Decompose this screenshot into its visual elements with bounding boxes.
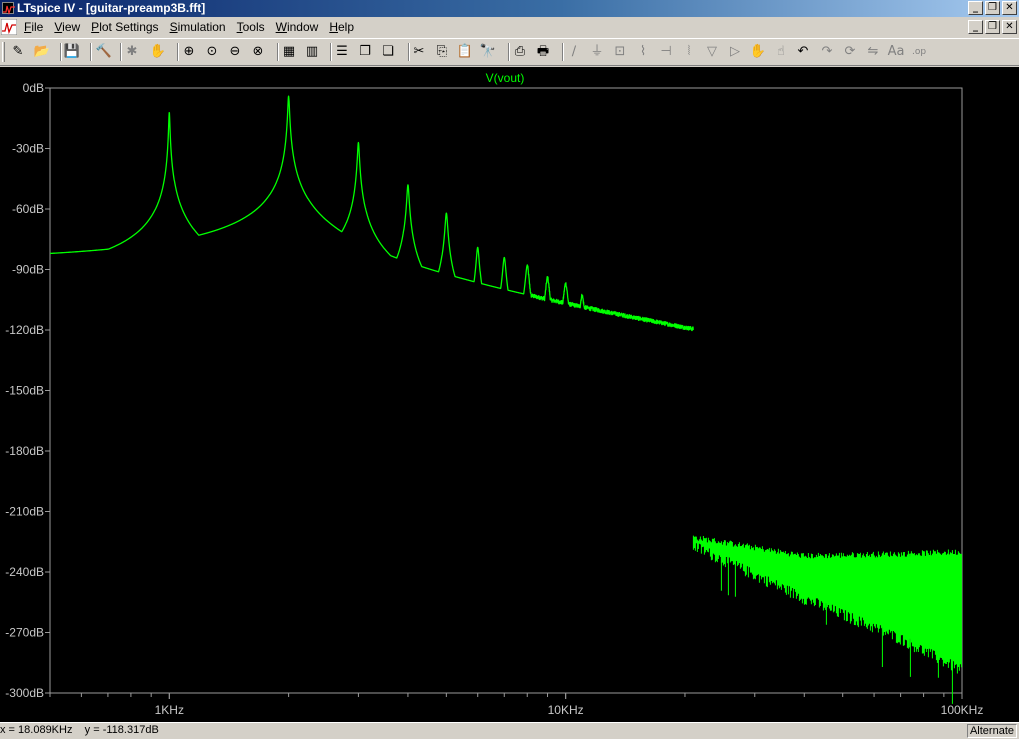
rotate-icon[interactable]: ⟳: [840, 42, 860, 62]
wire-icon[interactable]: ∕: [564, 42, 584, 62]
print-icon[interactable]: 🖶: [533, 42, 553, 62]
y-tick-label: -180dB: [5, 444, 44, 458]
y-tick-label: -300dB: [5, 686, 44, 700]
new-schematic-icon[interactable]: ✎: [8, 42, 28, 62]
capacitor-icon[interactable]: ⊣: [656, 42, 676, 62]
undo-icon[interactable]: ↶: [793, 42, 813, 62]
x-tick-label: 10KHz: [548, 703, 584, 717]
doc-close-button[interactable]: ✕: [1002, 20, 1017, 34]
toolbar-separator: [562, 43, 564, 61]
toolbar-separator: [177, 43, 179, 61]
y-tick-label: -90dB: [12, 263, 44, 277]
title-bar: LTspice IV - [guitar-preamp3B.fft] _ ❐ ✕: [0, 0, 1019, 17]
tile-vertical-icon[interactable]: ❏: [378, 42, 398, 62]
toolbar-separator: [60, 43, 62, 61]
toolbar-separator: [408, 43, 410, 61]
status-bar: x = 18.089KHz y = -118.317dB Alternate: [0, 722, 1019, 739]
y-tick-label: -120dB: [5, 323, 44, 337]
y-tick-label: -30dB: [12, 142, 44, 156]
y-tick-label: -240dB: [5, 565, 44, 579]
trace-layer: [49, 95, 962, 704]
window-title: LTspice IV - [guitar-preamp3B.fft]: [17, 1, 206, 15]
trace-v-vout: [49, 95, 694, 332]
find-icon[interactable]: 🔭: [478, 42, 498, 62]
text-icon[interactable]: Aa: [886, 42, 906, 62]
x-tick-label: 100KHz: [941, 703, 984, 717]
zoom-in-icon[interactable]: ⊕: [179, 42, 199, 62]
doc-minimize-button[interactable]: _: [968, 20, 983, 34]
trace-legend-label: V(vout): [486, 71, 525, 85]
document-window-controls: _ ❐ ✕: [966, 20, 1017, 34]
trace-noise-band: [692, 535, 962, 674]
diode-icon[interactable]: ▽: [702, 42, 722, 62]
run-icon[interactable]: ✱: [122, 42, 142, 62]
mirror-icon[interactable]: ⇋: [863, 42, 883, 62]
paste-icon[interactable]: 📋: [455, 42, 475, 62]
plot-axes: 0dB -30dB -60dB -90dB -120dB -150dB -180dB -210…: [5, 71, 983, 717]
drag-icon[interactable]: ☝: [771, 42, 791, 62]
restore-button[interactable]: ❐: [985, 1, 1000, 15]
toolbar-separator: [120, 43, 122, 61]
y-tick-label: -60dB: [12, 202, 44, 216]
toolbar: ✎ 📂 💾 🔨 ✱ ✋ ⊕ ⊙ ⊖ ⊗ ▦ ▥ ☰ ❐ ❏ ✂ ⎘ 📋 🔭 ⎙ 🖶 ∕ ⏚ ⊡ ⌇ ⊣ ⦚ ▽ ▷ ✋ ☝ ↶ ↷ ⟳ ⇋ Aa .op: [0, 38, 1019, 66]
autorange-icon[interactable]: ▦: [279, 42, 299, 62]
window-controls: _ ❐ ✕: [966, 1, 1017, 18]
y-tick-label: -210dB: [5, 505, 44, 519]
cursor-readout: x = 18.089KHz y = -118.317dB: [0, 724, 159, 736]
component-icon[interactable]: ▷: [725, 42, 745, 62]
cut-icon[interactable]: ✂: [409, 42, 429, 62]
toolbar-separator: [90, 43, 92, 61]
ltspice-app-icon[interactable]: [2, 2, 15, 15]
menu-window[interactable]: Window: [272, 20, 323, 34]
redo-icon[interactable]: ↷: [817, 42, 837, 62]
menu-tools[interactable]: Tools: [233, 20, 269, 34]
menu-items: File View Plot Settings Simulation Tools Wind…: [20, 17, 361, 37]
move-icon[interactable]: ✋: [748, 42, 768, 62]
document-icon[interactable]: [1, 19, 17, 35]
menu-plot-settings[interactable]: Plot Settings: [87, 20, 162, 34]
toolbar-grip[interactable]: [2, 42, 5, 62]
menu-help[interactable]: Help: [325, 20, 358, 34]
menu-simulation[interactable]: Simulation: [166, 20, 230, 34]
status-mode: Alternate: [966, 724, 1017, 738]
zoom-fit-icon[interactable]: ⊗: [248, 42, 268, 62]
plot-area[interactable]: 0dB -30dB -60dB -90dB -120dB -150dB -180dB -210…: [0, 67, 1019, 722]
close-button[interactable]: ✕: [1002, 1, 1017, 15]
resistor-icon[interactable]: ⌇: [633, 42, 653, 62]
label-net-icon[interactable]: ⊡: [610, 42, 630, 62]
minimize-button[interactable]: _: [968, 1, 983, 15]
toolbar-separator: [508, 43, 510, 61]
print-preview-icon[interactable]: ⎙: [510, 42, 530, 62]
tile-horizontal-icon[interactable]: ☰: [332, 42, 352, 62]
menu-file[interactable]: File: [20, 20, 47, 34]
copy-icon[interactable]: ⎘: [432, 42, 452, 62]
toolbar-separator: [330, 43, 332, 61]
control-panel-icon[interactable]: 🔨: [94, 42, 114, 62]
y-tick-label: -270dB: [5, 626, 44, 640]
save-icon[interactable]: 💾: [62, 42, 82, 62]
spice-directive-icon[interactable]: .op: [909, 42, 929, 62]
autorange-y-icon[interactable]: ▥: [302, 42, 322, 62]
menu-bar: File View Plot Settings Simulation Tools Wind…: [0, 17, 1019, 37]
toolbar-separator: [277, 43, 279, 61]
halt-icon[interactable]: ✋: [148, 42, 168, 62]
y-tick-label: -150dB: [5, 384, 44, 398]
y-tick-label: 0dB: [23, 81, 44, 95]
pan-icon[interactable]: ⊙: [202, 42, 222, 62]
doc-restore-button[interactable]: ❐: [985, 20, 1000, 34]
fft-plot[interactable]: 0dB -30dB -60dB -90dB -120dB -150dB -180dB -210…: [0, 67, 1019, 722]
cascade-icon[interactable]: ❐: [355, 42, 375, 62]
open-icon[interactable]: 📂: [32, 42, 52, 62]
zoom-out-icon[interactable]: ⊖: [225, 42, 245, 62]
ground-icon[interactable]: ⏚: [587, 42, 607, 62]
menu-view[interactable]: View: [50, 20, 84, 34]
inductor-icon[interactable]: ⦚: [679, 42, 699, 62]
x-tick-label: 1KHz: [155, 703, 184, 717]
